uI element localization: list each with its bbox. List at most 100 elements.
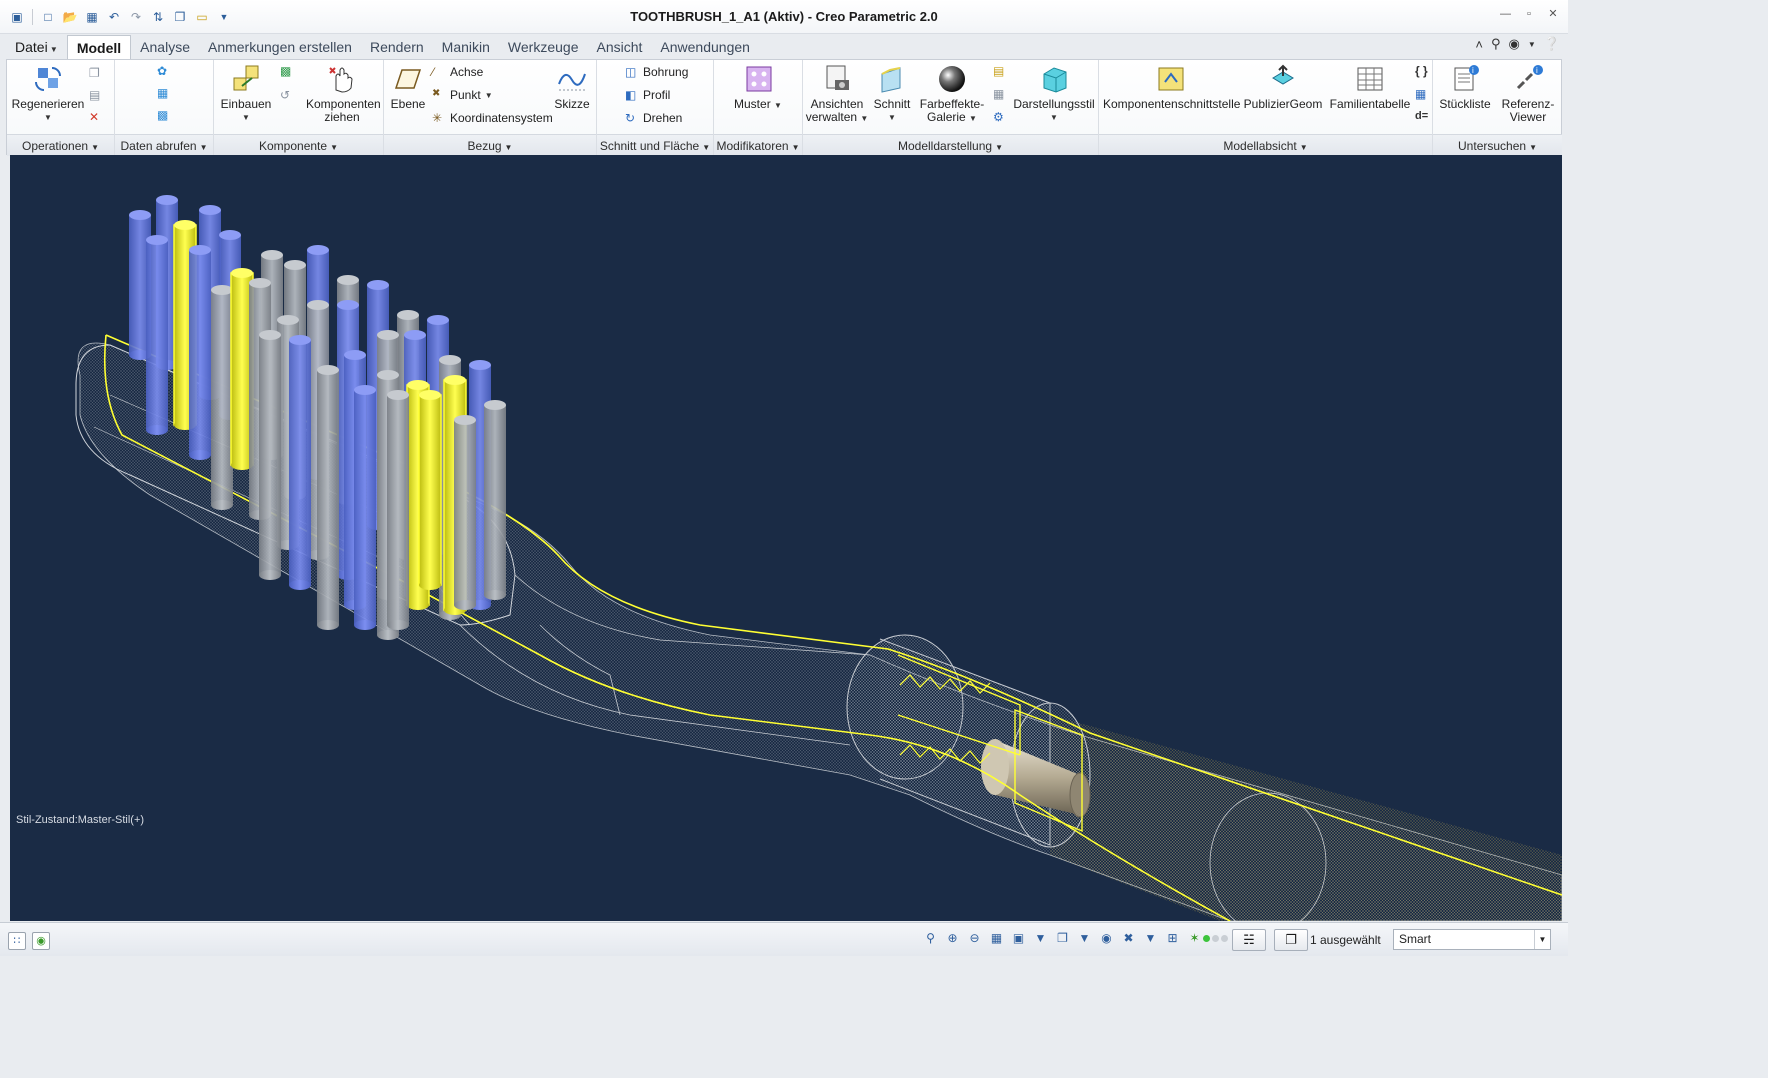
chevron-down-icon: ▼ [484,90,493,100]
refit-icon[interactable]: ⚲ [922,930,939,947]
tab-modell[interactable]: Modell [66,35,132,59]
drehen-button[interactable]: ↻ Drehen [625,109,682,127]
paste-icon[interactable]: ▤ [89,88,105,104]
profil-button[interactable]: ◧ Profil [625,86,670,104]
community-icon[interactable]: ◉ [1509,36,1520,52]
muster-button[interactable]: Muster ▼ [724,64,792,112]
chevron-down-icon[interactable]: ▼ [1142,930,1159,947]
copy-icon[interactable]: ❐ [89,66,105,82]
group-title[interactable]: Komponente ▼ [214,134,383,156]
collapse-ribbon-icon[interactable]: ˄ [1475,37,1483,52]
ansichten-verwalten-button[interactable]: Ansichten verwalten ▼ [805,64,869,125]
chevron-down-icon[interactable]: ▼ [1076,930,1093,947]
switch-dimensions-icon[interactable]: { } [1415,64,1431,80]
bristle-tuft[interactable] [484,400,506,600]
data-sharing-icon[interactable]: ✿ [157,64,173,80]
ebene-button[interactable]: Ebene [386,64,430,111]
relations-icon[interactable]: d= [1415,110,1431,126]
publiziergeom-button[interactable]: PublizierGeom [1241,64,1325,111]
group-title[interactable]: Daten abrufen ▼ [115,134,213,156]
tab-analyse[interactable]: Analyse [131,35,199,59]
tab-label: Ansicht [596,39,643,55]
group-title[interactable]: Modifikatoren ▼ [714,134,802,156]
komponentenschnittstelle-button[interactable]: Komponentenschnittstelle [1103,64,1240,111]
einbauen-button[interactable]: Einbauen ▼ [218,64,274,124]
bristle-tuft[interactable] [211,285,233,510]
darstellungsstil-button[interactable]: Darstellungsstil ▼ [1011,64,1097,124]
tab-manikin[interactable]: Manikin [433,35,499,59]
chevron-down-icon[interactable]: ▼ [1032,930,1049,947]
zoom-out-icon[interactable]: ⊖ [966,930,983,947]
bristle-tuft[interactable] [354,385,376,630]
perspective-icon[interactable]: ▦ [993,87,1009,103]
binoculars-icon: ☵ [1243,932,1255,947]
bristle-tuft[interactable] [289,335,311,590]
minimize-icon[interactable]: — [1500,8,1511,20]
datum-display-icon[interactable]: ✖ [1120,930,1137,947]
tab-ansicht[interactable]: Ansicht [587,35,651,59]
tab-label: Analyse [140,39,190,55]
achse-button[interactable]: ⁄ Achse [432,63,483,81]
referenz-viewer-button[interactable]: i Referenz- Viewer [1495,64,1561,124]
assemble-icon [230,64,262,94]
farbeffekte-galerie-button[interactable]: Farbeffekte- Galerie ▼ [917,64,987,125]
model-tree-icon[interactable]: ∷ [8,932,26,950]
close-icon[interactable]: ✕ [1548,8,1558,20]
create-component-icon[interactable]: ▩ [280,64,296,80]
bristle-tufts[interactable] [129,195,506,640]
group-title[interactable]: Modellabsicht ▼ [1099,134,1432,156]
punkt-button[interactable]: ✖ Punkt ▼ [432,86,493,104]
bristle-tuft[interactable] [146,235,168,435]
view-manager-icon [821,64,853,94]
tab-datei[interactable]: Datei ▼ [6,35,67,59]
tab-werkzeuge[interactable]: Werkzeuge [499,35,588,59]
help-icon[interactable]: ❔ [1544,36,1560,52]
bristle-tuft[interactable] [317,365,339,630]
zoom-in-icon[interactable]: ⊕ [944,930,961,947]
tab-anmerkungen[interactable]: Anmerkungen erstellen [199,35,361,59]
browser-icon[interactable]: ◉ [32,932,50,950]
display-style-icon[interactable]: ▣ [1010,930,1027,947]
bristle-tuft[interactable] [259,330,281,580]
komponenten-ziehen-button[interactable]: Komponenten ziehen [306,64,381,124]
bohrung-button[interactable]: ◫ Bohrung [625,63,688,81]
annotation-display-icon[interactable]: ⊞ [1164,930,1181,947]
find-button[interactable]: ☵ [1232,929,1266,951]
group-title[interactable]: Modelldarstellung ▼ [803,134,1098,156]
koordinatensystem-button[interactable]: ✳ Koordinatensystem [432,109,553,127]
toothbrush-model[interactable] [10,155,1562,921]
group-title[interactable]: Untersuchen ▼ [1433,134,1562,156]
regenerieren-button[interactable]: Regenerieren ▼ [11,64,85,124]
group-title[interactable]: Operationen ▼ [7,134,114,156]
parameters-icon[interactable]: ▦ [1415,87,1431,103]
copy-geom-icon[interactable]: ▦ [157,86,173,102]
delete-icon[interactable]: ✕ [89,110,105,126]
repaint-icon[interactable]: ▦ [988,930,1005,947]
bristle-tuft[interactable] [454,415,476,610]
saved-orientations-icon[interactable]: ❐ [1054,930,1071,947]
chevron-down-icon[interactable]: ▼ [1528,40,1536,49]
bristle-tuft[interactable] [387,390,409,630]
chevron-down-icon: ▼ [1534,930,1550,949]
graphics-window[interactable]: Stil-Zustand:Master-Stil(+) [10,155,1562,921]
schnitt-button[interactable]: Schnitt ▼ [869,64,915,124]
spin-center-icon[interactable]: ✶ [1186,930,1203,947]
repeat-icon[interactable]: ↺ [280,88,296,104]
selection-buffer-button[interactable]: ❐ [1274,929,1308,951]
familientabelle-button[interactable]: Familientabelle [1327,64,1413,111]
tab-rendern[interactable]: Rendern [361,35,433,59]
search-icon[interactable]: ⚲ [1491,36,1501,52]
group-title[interactable]: Schnitt und Fläche ▼ [597,134,713,156]
bristle-tuft[interactable] [418,390,442,590]
scene-icon[interactable]: ▤ [993,64,1009,80]
stueckliste-button[interactable]: i Stückliste [1435,64,1495,111]
selection-filter-select[interactable]: Smart ▼ [1393,929,1551,950]
shrinkwrap-icon[interactable]: ▩ [157,108,173,124]
view-manager-icon[interactable]: ◉ [1098,930,1115,947]
tab-anwendungen[interactable]: Anwendungen [651,35,759,59]
maximize-icon[interactable]: ▫ [1524,8,1534,20]
display-settings-icon[interactable]: ⚙ [993,110,1009,126]
group-title[interactable]: Bezug ▼ [384,134,596,156]
bristle-tuft[interactable] [189,245,211,460]
skizze-button[interactable]: Skizze [550,64,594,111]
